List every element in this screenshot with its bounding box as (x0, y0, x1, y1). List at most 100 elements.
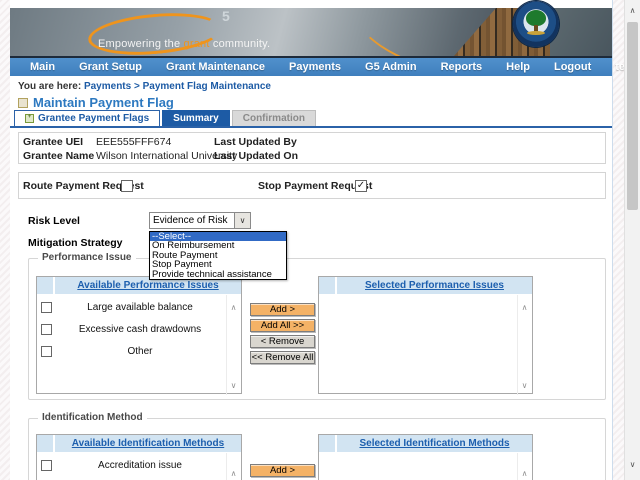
grantee-uei-label: Grantee UEI (23, 135, 83, 149)
list-item[interactable]: Excessive cash drawdowns (37, 321, 241, 339)
page-title-icon (18, 98, 28, 108)
last-updated-on-label: Last Updated On (214, 149, 298, 163)
breadcrumb-path[interactable]: Payments > Payment Flag Maintenance (84, 81, 271, 92)
list-scrollbar[interactable]: ∧ (226, 453, 240, 480)
available-performance-issues-list: Available Performance Issues Large avail… (36, 276, 242, 394)
nav-item-grant-setup[interactable]: Grant Setup (67, 61, 154, 73)
selected-performance-issues-header-link[interactable]: Selected Performance Issues (337, 280, 532, 291)
checkbox-column-header (37, 435, 55, 452)
list-scrollbar[interactable]: ∧ ∨ (226, 295, 240, 395)
stop-payment-request-checkbox[interactable]: ✓ (355, 180, 367, 192)
item-label: Large available balance (55, 302, 225, 313)
risk-level-label: Risk Level (28, 215, 80, 227)
mitigation-strategy-label: Mitigation Strategy (28, 237, 123, 249)
nav-item-grant-maintenance[interactable]: Grant Maintenance (154, 61, 277, 73)
tagline-suffix: community. (210, 38, 271, 50)
add-all-button[interactable]: Add All >> (250, 319, 315, 332)
scrollbar-down-icon[interactable]: ∨ (625, 458, 640, 472)
scrollbar-thumb[interactable] (627, 22, 638, 210)
item-label: Excessive cash drawdowns (55, 324, 225, 335)
selected-performance-issues-body: ∧ ∨ (319, 295, 532, 395)
tab-underline (10, 126, 612, 128)
payment-flags-box: Route Payment Request Stop Payment Reque… (18, 172, 606, 199)
nav-item-main[interactable]: Main (10, 61, 67, 73)
tagline-highlight: grant (184, 38, 210, 50)
seal-tree-icon (526, 10, 546, 26)
grantee-uei-row: Grantee UEI EEE555FFF674 Last Updated By (19, 135, 605, 149)
browser-scrollbar[interactable]: ∧ ∨ (624, 0, 640, 480)
remove-button[interactable]: < Remove (250, 335, 315, 348)
list-scrollbar[interactable]: ∧ (517, 453, 531, 480)
department-of-education-seal-icon (513, 1, 559, 47)
performance-issue-legend: Performance Issue (38, 252, 136, 263)
tab-confirmation[interactable]: Confirmation (232, 110, 316, 126)
nav-item-g5-admin[interactable]: G5 Admin (353, 61, 429, 73)
remove-all-button[interactable]: << Remove All (250, 351, 315, 364)
item-checkbox[interactable] (41, 346, 52, 357)
add-button[interactable]: Add > (250, 464, 315, 477)
scrollbar-up-icon[interactable]: ∧ (625, 4, 640, 18)
scroll-up-icon[interactable]: ∧ (227, 303, 240, 312)
checkbox-column-header (319, 435, 337, 452)
item-label: Accreditation issue (55, 460, 225, 471)
tab-summary[interactable]: Summary (162, 110, 230, 126)
grantee-name-row: Grantee Name Wilson International Univer… (19, 149, 605, 163)
last-updated-by-label: Last Updated By (214, 135, 297, 149)
item-checkbox[interactable] (41, 460, 52, 471)
grantee-uei-value: EEE555FFF674 (96, 135, 171, 149)
nav-item-logout[interactable]: Logout (542, 61, 603, 73)
risk-level-select[interactable]: Evidence of Risk ∨ (149, 212, 251, 229)
seal-ground-icon (527, 31, 545, 35)
grantee-info-box: Grantee UEI EEE555FFF674 Last Updated By… (18, 132, 606, 164)
route-payment-request-checkbox[interactable] (121, 180, 133, 192)
scroll-down-icon[interactable]: ∨ (518, 381, 531, 390)
checkbox-column-header (319, 277, 337, 294)
available-performance-issues-body: Large available balance Excessive cash d… (37, 295, 241, 395)
selected-identification-methods-list: Selected Identification Methods ∧ (318, 434, 533, 480)
item-label: Other (55, 346, 225, 357)
title-row: Maintain Payment Flag (18, 95, 174, 110)
grantee-name-label: Grantee Name (23, 149, 94, 163)
page-title: Maintain Payment Flag (33, 95, 174, 110)
tagline: Empowering the grant community. (98, 38, 270, 50)
selected-identification-methods-header-link[interactable]: Selected Identification Methods (337, 438, 532, 449)
available-identification-methods-header: Available Identification Methods (37, 435, 241, 453)
scroll-up-icon[interactable]: ∧ (518, 469, 531, 478)
main-navbar: Main Grant Setup Grant Maintenance Payme… (10, 56, 612, 76)
scroll-up-icon[interactable]: ∧ (227, 469, 240, 478)
tagline-prefix: Empowering the (98, 38, 184, 50)
nav-item-help[interactable]: Help (494, 61, 542, 73)
breadcrumb-prefix: You are here: (18, 81, 84, 92)
available-identification-methods-body: Accreditation issue Audit Issue ∧ (37, 453, 241, 480)
available-identification-methods-header-link[interactable]: Available Identification Methods (55, 438, 241, 449)
item-checkbox[interactable] (41, 324, 52, 335)
list-item[interactable]: Accreditation issue (37, 457, 241, 475)
mitigation-strategy-open-dropdown: --Select-- On Reimbursement Route Paymen… (149, 231, 287, 280)
dropdown-option-provide-technical-assistance[interactable]: Provide technical assistance (150, 270, 286, 279)
select-arrow-icon: ∨ (234, 213, 250, 228)
selected-identification-methods-body: ∧ (319, 453, 532, 480)
scroll-down-icon[interactable]: ∨ (227, 381, 240, 390)
tab-grantee-payment-flags[interactable]: + Grantee Payment Flags (14, 110, 160, 126)
checkbox-column-header (37, 277, 55, 294)
available-performance-issues-header-link[interactable]: Available Performance Issues (55, 280, 241, 291)
add-button[interactable]: Add > (250, 303, 315, 316)
breadcrumb: You are here: Payments > Payment Flag Ma… (18, 81, 271, 92)
list-scrollbar[interactable]: ∧ ∨ (517, 295, 531, 395)
list-item[interactable]: Other (37, 343, 241, 361)
selected-performance-issues-list: Selected Performance Issues ∧ ∨ (318, 276, 533, 394)
available-identification-methods-list: Available Identification Methods Accredi… (36, 434, 242, 480)
selected-identification-methods-header: Selected Identification Methods (319, 435, 532, 453)
g5-logo-five: 5 (222, 8, 230, 24)
g5-page: 5 Empowering the grant community. Main G… (10, 0, 613, 480)
risk-level-selected-value: Evidence of Risk (150, 215, 234, 226)
nav-item-payments[interactable]: Payments (277, 61, 353, 73)
browser-viewport: 5 Empowering the grant community. Main G… (0, 0, 640, 480)
tab-bar: + Grantee Payment Flags Summary Confirma… (14, 110, 318, 126)
selected-performance-issues-header: Selected Performance Issues (319, 277, 532, 295)
scroll-up-icon[interactable]: ∧ (518, 303, 531, 312)
list-item[interactable]: Large available balance (37, 299, 241, 317)
item-checkbox[interactable] (41, 302, 52, 313)
nav-item-reports[interactable]: Reports (429, 61, 495, 73)
identification-method-legend: Identification Method (38, 412, 147, 423)
